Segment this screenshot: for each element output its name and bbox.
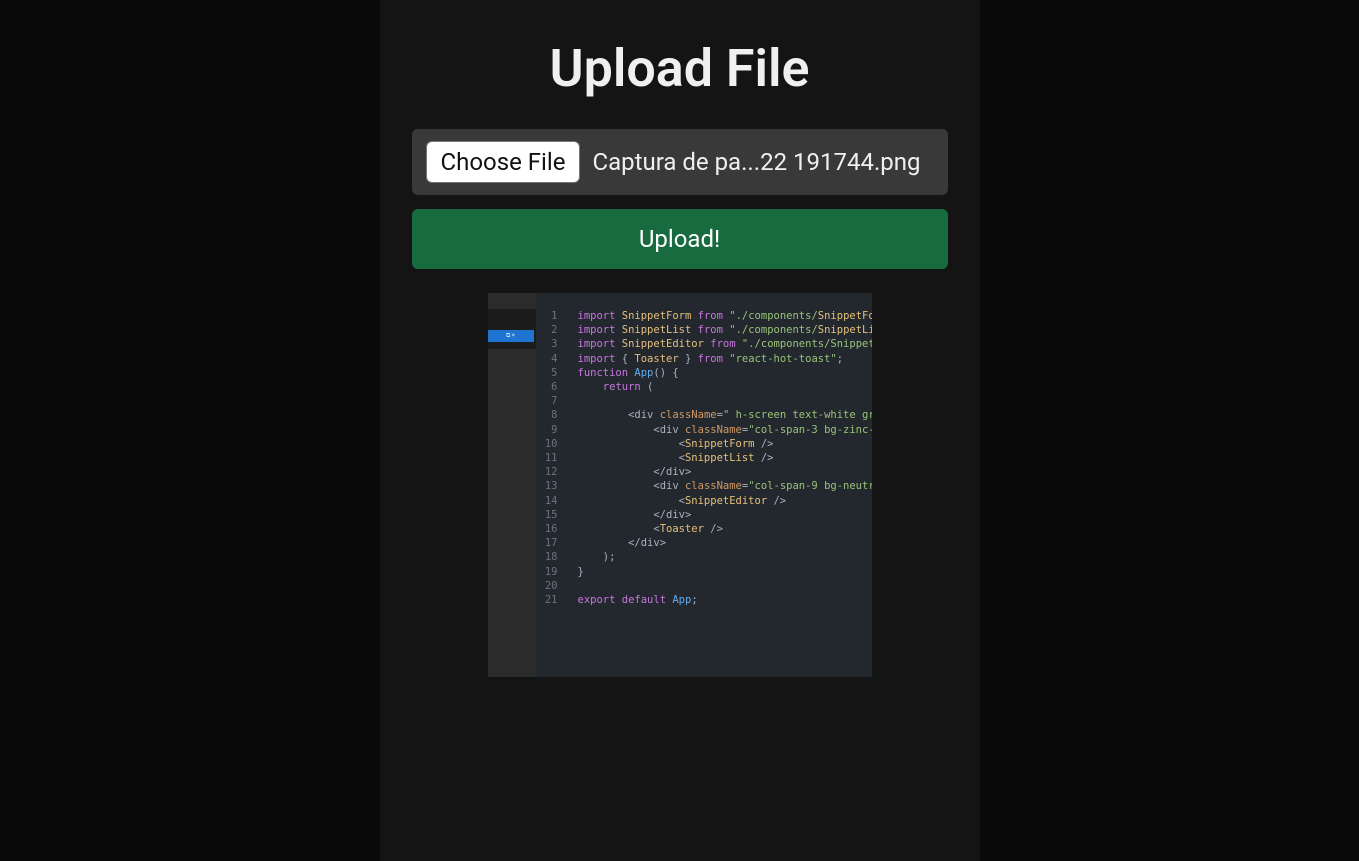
- preview-editor-tab: ⧉ ×: [488, 330, 534, 342]
- choose-file-button[interactable]: Choose File: [426, 141, 581, 183]
- code-lines: import SnippetForm from "./components/Sn…: [578, 309, 872, 607]
- upload-button[interactable]: Upload!: [412, 209, 948, 269]
- code-gutter: 123456789101112131415161718192021: [536, 309, 566, 607]
- page-title: Upload File: [380, 38, 980, 99]
- code-editor-preview: 123456789101112131415161718192021 import…: [536, 293, 872, 677]
- upload-panel: Upload File Choose File Captura de pa...…: [380, 0, 980, 861]
- file-input-row: Choose File Captura de pa...22 191744.pn…: [412, 129, 948, 195]
- preview-sidebar: [488, 309, 536, 349]
- image-preview: ⧉ × 123456789101112131415161718192021 im…: [488, 293, 872, 677]
- preview-tab-icons: ⧉ ×: [488, 330, 534, 342]
- selected-filename: Captura de pa...22 191744.png: [592, 148, 933, 176]
